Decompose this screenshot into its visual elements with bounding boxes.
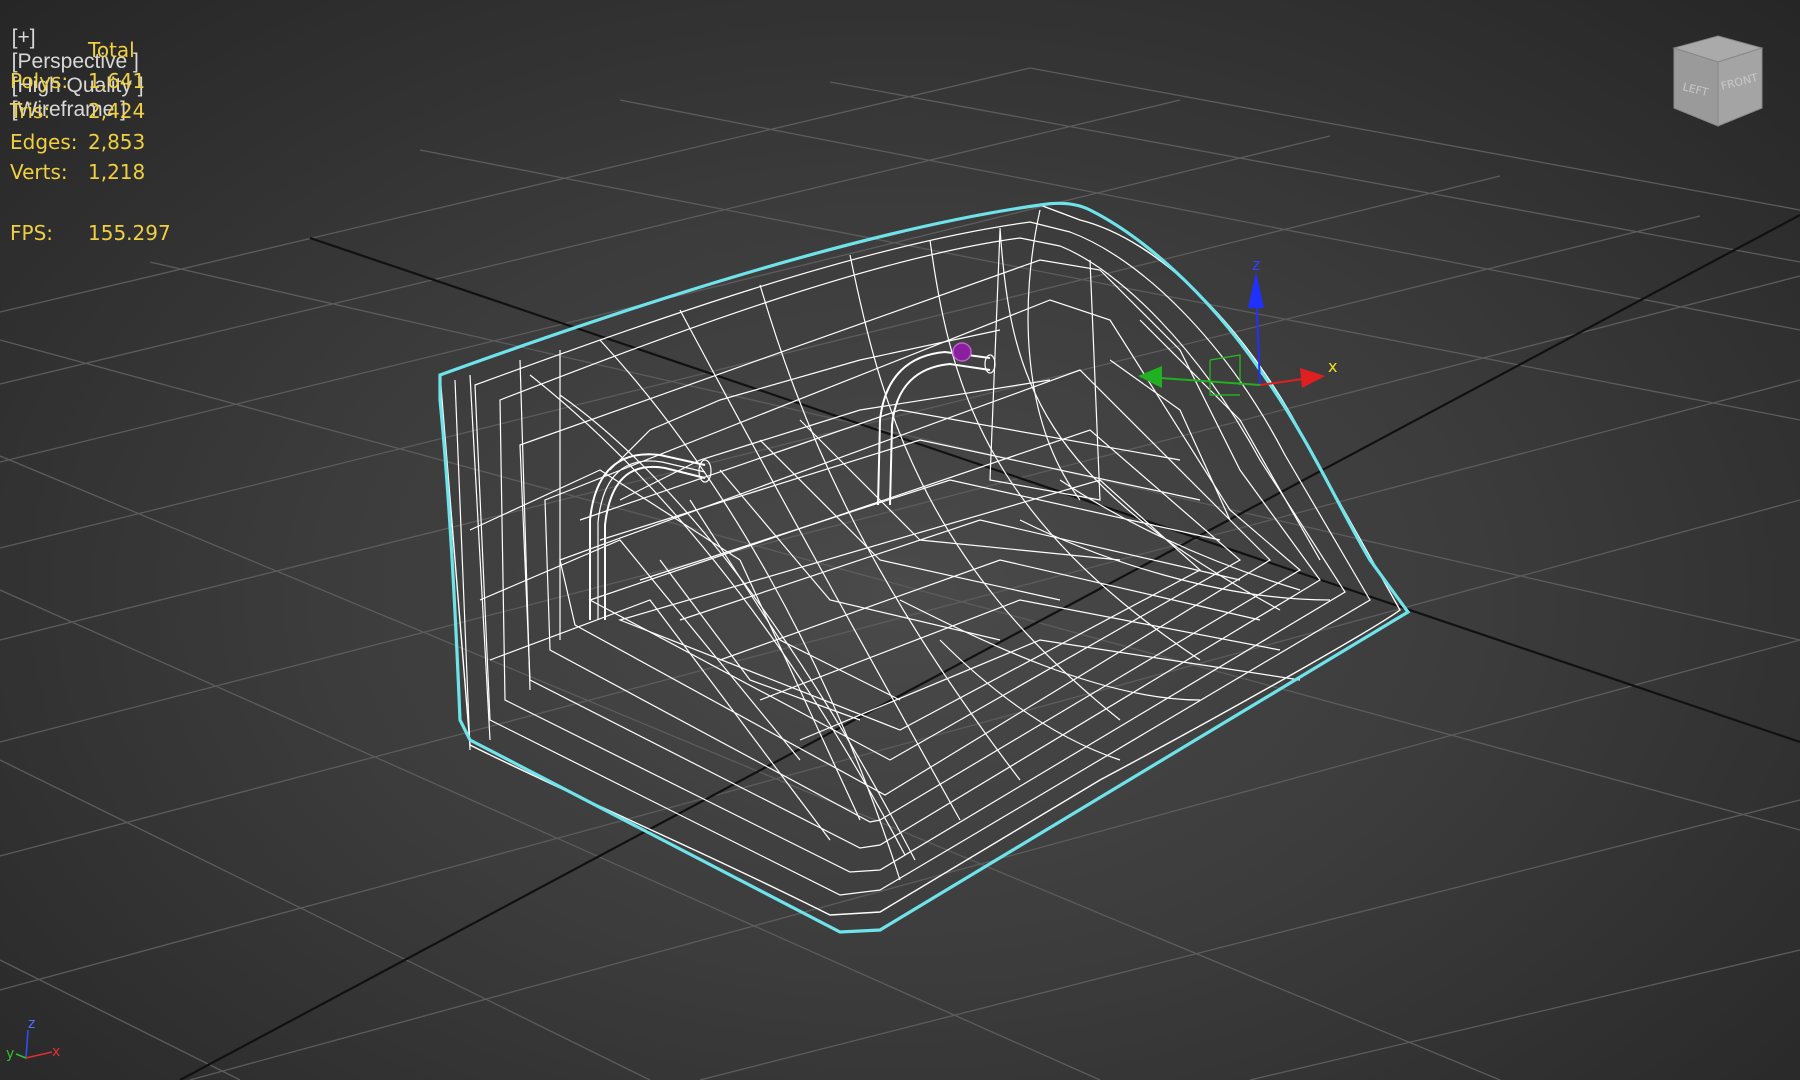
statistics-overlay: Total Polys: 1,641 Tris: 2,424 Edges: 2,853… — [10, 35, 171, 249]
transform-gizmo[interactable]: z x — [1138, 255, 1337, 396]
viewport-canvas[interactable]: z x — [0, 0, 1800, 1080]
polys-value: 1,641 — [88, 68, 146, 93]
verts-value: 1,218 — [88, 160, 146, 185]
gizmo-x-arrow[interactable] — [1300, 368, 1325, 388]
gizmo-x-label: x — [1328, 357, 1337, 376]
axis-tripod: z x y — [6, 1016, 60, 1062]
gizmo-z-arrow[interactable] — [1248, 272, 1264, 308]
tripod-y-label: y — [6, 1046, 14, 1062]
grid-world-axes — [179, 214, 1800, 1080]
fps-value: 155.297 — [88, 220, 171, 245]
edges-label: Edges: — [10, 129, 78, 154]
polys-label: Polys: — [10, 68, 69, 93]
pivot-marker — [952, 342, 972, 362]
stats-header: Total — [88, 38, 135, 62]
viewcube[interactable]: LEFT FRONT — [1668, 30, 1768, 130]
tripod-z-axis — [25, 1029, 29, 1059]
tripod-x-label: x — [52, 1044, 60, 1060]
gizmo-z-label: z — [1252, 255, 1260, 274]
tripod-z-label: z — [28, 1016, 35, 1032]
fps-label: FPS: — [10, 220, 53, 245]
home-grid — [0, 67, 1800, 1080]
tripod-y-axis — [15, 1053, 27, 1059]
edges-value: 2,853 — [88, 129, 146, 154]
verts-label: Verts: — [10, 160, 68, 185]
selection-outline — [438, 201, 1411, 934]
tripod-x-axis — [25, 1051, 53, 1059]
tris-value: 2,424 — [88, 99, 146, 124]
tris-label: Tris: — [10, 99, 51, 124]
